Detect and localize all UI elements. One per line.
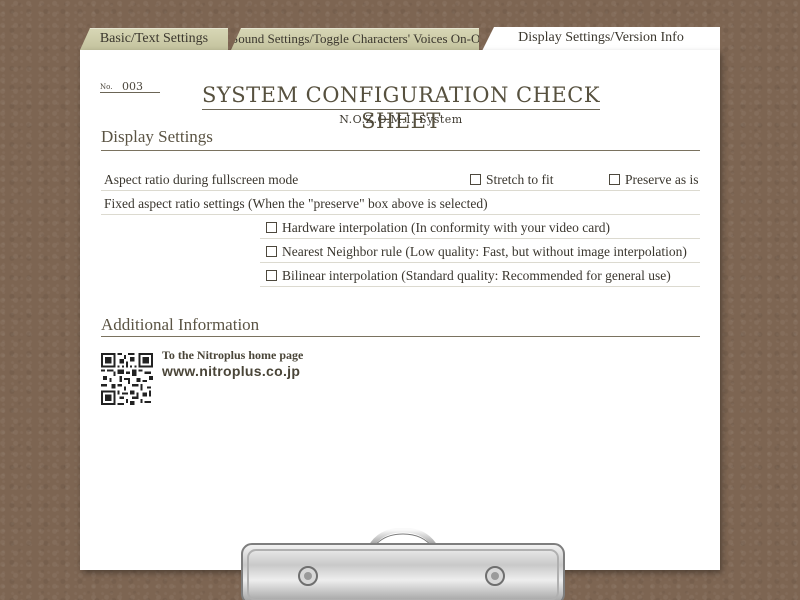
- row-divider: [260, 238, 700, 239]
- row-divider: [260, 286, 700, 287]
- preserve-as-is-option[interactable]: Preserve as is: [609, 172, 698, 188]
- nearest-neighbor-checkbox[interactable]: [266, 246, 277, 257]
- option-label: Bilinear interpolation (Standard quality…: [282, 268, 671, 283]
- display-settings-heading: Display Settings: [101, 127, 213, 146]
- page-title: SYSTEM CONFIGURATION CHECK SHEET: [202, 83, 601, 133]
- stretch-to-fit-checkbox[interactable]: [470, 174, 481, 185]
- clipboard-clip-icon: [241, 528, 565, 600]
- home-page-link[interactable]: To the Nitroplus home page: [162, 348, 303, 363]
- page-subtitle: N.O.Z.O.M.I. System: [339, 113, 463, 126]
- additional-info-heading: Additional Information: [101, 315, 260, 334]
- sheet-number-label: No.: [100, 83, 113, 91]
- fixed-aspect-ratio-label: Fixed aspect ratio settings (When the "p…: [104, 196, 488, 211]
- row-divider: [260, 262, 700, 263]
- hardware-interpolation-checkbox[interactable]: [266, 222, 277, 233]
- tab-label: Sound Settings/Toggle Characters' Voices…: [231, 31, 489, 46]
- stretch-to-fit-option[interactable]: Stretch to fit: [470, 172, 554, 188]
- config-sheet: No. 003 SYSTEM CONFIGURATION CHECK SHEET…: [80, 50, 720, 570]
- qr-code-icon[interactable]: [101, 353, 153, 405]
- row-divider: [101, 214, 700, 215]
- section-divider: [101, 336, 700, 337]
- tab-label: Basic/Text Settings: [99, 31, 209, 46]
- bilinear-interpolation-option[interactable]: Bilinear interpolation (Standard quality…: [266, 268, 671, 284]
- tab-basic-text-settings[interactable]: Basic/Text Settings: [80, 28, 228, 50]
- home-page-url[interactable]: www.nitroplus.co.jp: [162, 363, 300, 379]
- option-label: Stretch to fit: [486, 172, 554, 187]
- preserve-as-is-checkbox[interactable]: [609, 174, 620, 185]
- tab-label: Display Settings/Version Info: [518, 30, 684, 45]
- row-divider: [101, 190, 700, 191]
- tab-display-settings[interactable]: Display Settings/Version Info: [482, 27, 720, 51]
- option-label: Hardware interpolation (In conformity wi…: [282, 220, 611, 235]
- bilinear-interpolation-checkbox[interactable]: [266, 270, 277, 281]
- sheet-number-underline: [100, 92, 160, 93]
- tab-sound-settings[interactable]: Sound Settings/Toggle Characters' Voices…: [231, 28, 479, 50]
- section-divider: [101, 150, 700, 151]
- title-underline: [202, 109, 600, 110]
- option-label: Preserve as is: [625, 172, 699, 187]
- option-label: Nearest Neighbor rule (Low quality: Fast…: [282, 244, 687, 259]
- aspect-ratio-label: Aspect ratio during fullscreen mode: [104, 172, 299, 187]
- hardware-interpolation-option[interactable]: Hardware interpolation (In conformity wi…: [266, 220, 610, 236]
- nearest-neighbor-option[interactable]: Nearest Neighbor rule (Low quality: Fast…: [266, 244, 687, 260]
